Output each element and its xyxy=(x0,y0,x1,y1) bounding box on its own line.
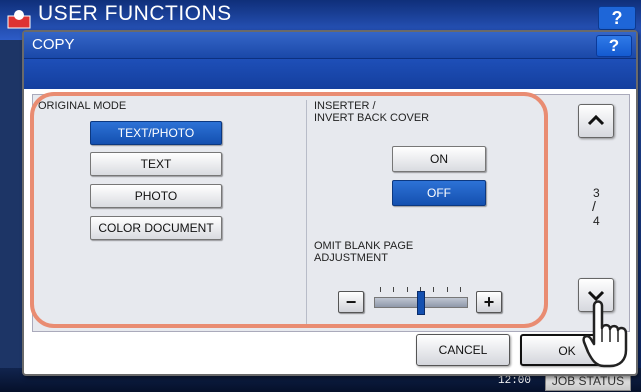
color-document-button[interactable]: COLOR DOCUMENT xyxy=(90,216,222,240)
inserter-off-button[interactable]: OFF xyxy=(392,180,486,206)
dialog-header: COPY ? xyxy=(24,32,636,59)
slider-tick xyxy=(380,287,381,292)
adjustment-slider-thumb[interactable] xyxy=(417,291,425,315)
inserter-on-button[interactable]: ON xyxy=(392,146,486,172)
hand-pointer-icon xyxy=(582,300,628,368)
user-functions-icon xyxy=(7,10,31,29)
copy-dialog: COPY ? ORIGINAL MODE TEXT/PHOTO TEXT PHO… xyxy=(22,30,638,376)
background-title: USER FUNCTIONS xyxy=(38,2,232,25)
total-pages: 4 xyxy=(593,214,600,228)
section-divider xyxy=(306,100,307,328)
slider-tick xyxy=(460,287,461,292)
page-navigator: 3 / 4 xyxy=(574,102,620,328)
decrease-button[interactable]: − xyxy=(338,291,364,313)
clock: 12:00 xyxy=(498,375,532,387)
text-photo-button[interactable]: TEXT/PHOTO xyxy=(90,121,222,145)
dialog-band xyxy=(24,59,636,89)
increase-button[interactable]: + xyxy=(476,291,502,313)
chevron-up-icon xyxy=(587,114,605,126)
cancel-button[interactable]: CANCEL xyxy=(416,334,510,366)
page-up-button[interactable] xyxy=(578,104,614,138)
page-separator: / xyxy=(592,198,596,214)
original-mode-label: ORIGINAL MODE xyxy=(38,100,127,112)
dialog-help-button[interactable]: ? xyxy=(596,35,632,57)
omit-blank-label-line2: ADJUSTMENT xyxy=(314,252,388,264)
slider-tick xyxy=(446,287,448,292)
dialog-title: COPY xyxy=(32,36,75,53)
slider-tick xyxy=(393,287,395,292)
inserter-label-line2: INVERT BACK COVER xyxy=(314,112,430,124)
photo-button[interactable]: PHOTO xyxy=(90,184,222,208)
text-button[interactable]: TEXT xyxy=(90,152,222,176)
slider-tick xyxy=(406,287,408,292)
slider-tick xyxy=(433,287,435,292)
background-help-button[interactable]: ? xyxy=(598,6,636,30)
